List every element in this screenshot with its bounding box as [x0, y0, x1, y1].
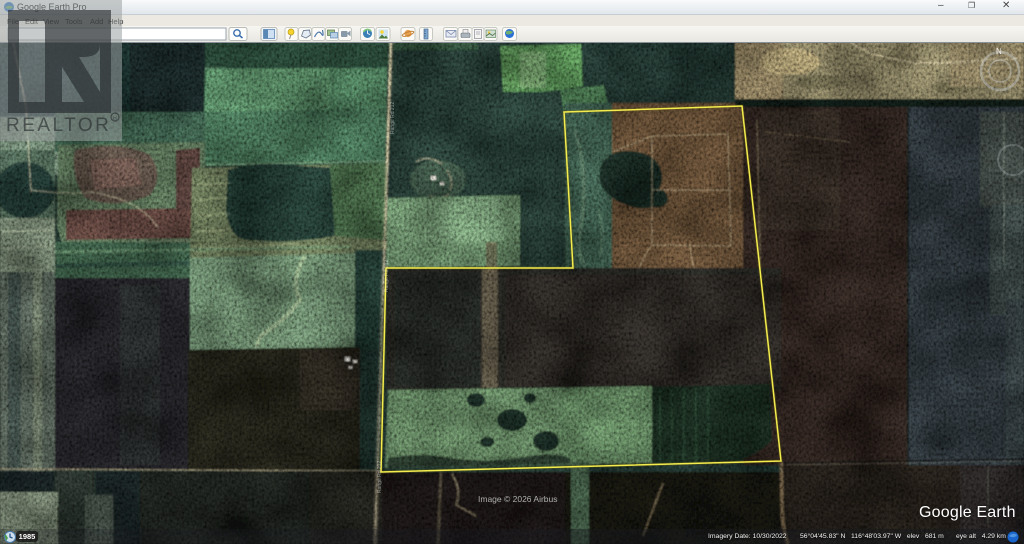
svg-text:N: N — [996, 47, 1002, 56]
svg-text:Image © 2026 Airbus: Image © 2026 Airbus — [478, 494, 558, 504]
svg-text:REALTOR: REALTOR — [6, 115, 111, 136]
svg-text:Range Rd 212: Range Rd 212 — [384, 260, 390, 292]
svg-text:R: R — [113, 116, 118, 122]
svg-text:Range Rd 212: Range Rd 212 — [377, 461, 383, 493]
svg-text:Range Rd 212: Range Rd 212 — [390, 102, 396, 134]
